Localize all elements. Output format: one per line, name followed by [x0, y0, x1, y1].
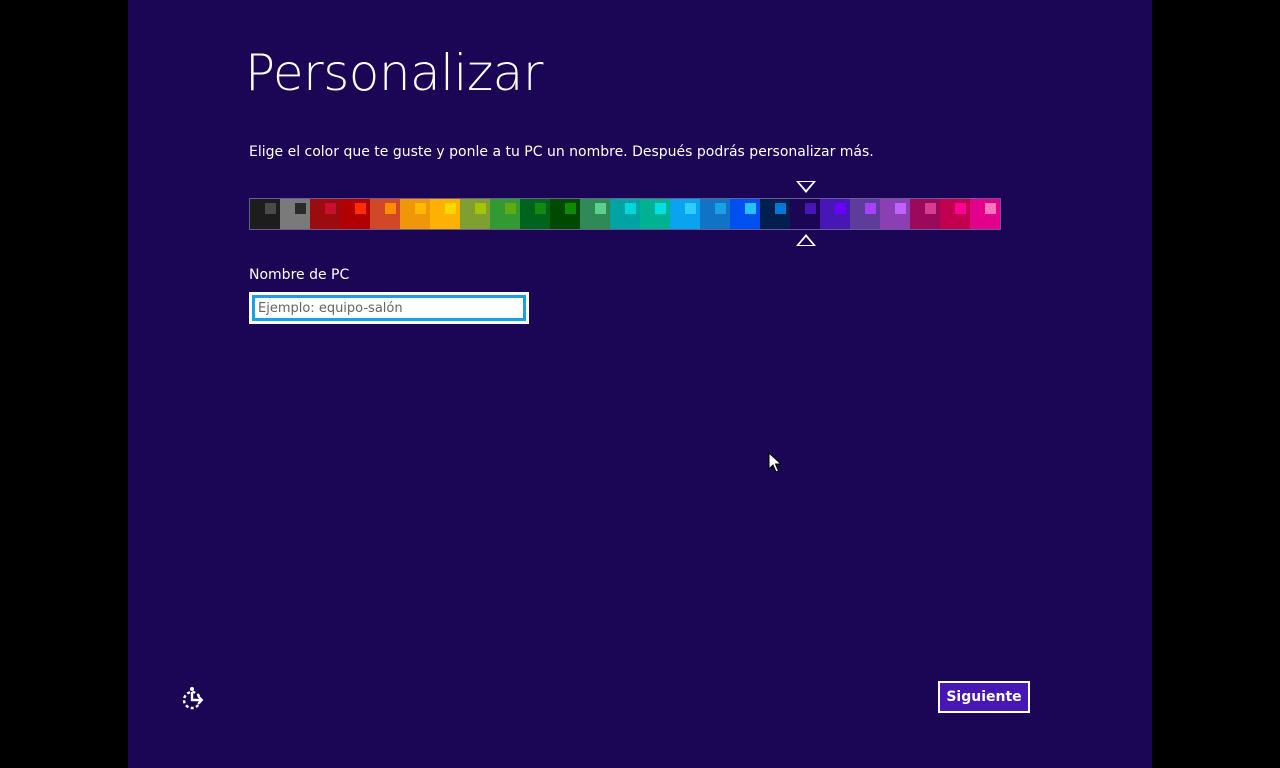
color-swatch[interactable]	[940, 199, 970, 229]
page-subtitle: Elige el color que te guste y ponle a tu…	[249, 144, 874, 160]
color-swatch[interactable]	[640, 199, 670, 229]
color-swatch-accent	[895, 203, 906, 214]
setup-screen: Personalizar Elige el color que te guste…	[128, 0, 1152, 768]
color-swatch-accent	[445, 203, 456, 214]
color-swatch-accent	[655, 203, 666, 214]
pc-name-field-frame	[249, 292, 529, 324]
color-swatch[interactable]	[820, 199, 850, 229]
color-swatch-accent	[625, 203, 636, 214]
color-picker[interactable]	[249, 198, 1001, 230]
color-swatch[interactable]	[370, 199, 400, 229]
color-swatch-accent	[745, 203, 756, 214]
color-swatch[interactable]	[460, 199, 490, 229]
color-swatch-accent	[835, 203, 846, 214]
color-swatch[interactable]	[700, 199, 730, 229]
color-swatch-accent	[955, 203, 966, 214]
color-swatch[interactable]	[670, 199, 700, 229]
color-swatch-accent	[595, 203, 606, 214]
color-swatch-accent	[505, 203, 516, 214]
color-swatch[interactable]	[520, 199, 550, 229]
color-swatch[interactable]	[340, 199, 370, 229]
selected-color-marker-top	[796, 181, 816, 193]
color-swatch-accent	[535, 203, 546, 214]
mouse-pointer-icon	[768, 452, 782, 473]
color-swatch[interactable]	[580, 199, 610, 229]
color-swatch[interactable]	[550, 199, 580, 229]
color-swatch[interactable]	[280, 199, 310, 229]
color-swatch[interactable]	[880, 199, 910, 229]
color-swatch-accent	[925, 203, 936, 214]
color-swatch[interactable]	[430, 199, 460, 229]
selected-color-marker-bottom	[796, 234, 816, 246]
color-swatch[interactable]	[910, 199, 940, 229]
color-swatch[interactable]	[310, 199, 340, 229]
color-swatch-accent	[985, 203, 996, 214]
color-swatch[interactable]	[400, 199, 430, 229]
color-swatch-accent	[565, 203, 576, 214]
color-swatch[interactable]	[850, 199, 880, 229]
pc-name-label: Nombre de PC	[249, 267, 350, 283]
color-swatch[interactable]	[490, 199, 520, 229]
color-swatch-accent	[775, 203, 786, 214]
color-swatch-accent	[475, 203, 486, 214]
color-swatch-accent	[805, 203, 816, 214]
color-swatch[interactable]	[610, 199, 640, 229]
color-swatch-accent	[715, 203, 726, 214]
color-swatch-accent	[325, 203, 336, 214]
color-swatch[interactable]	[250, 199, 280, 229]
color-swatch-accent	[265, 203, 276, 214]
color-swatch[interactable]	[760, 199, 790, 229]
color-swatch-accent	[295, 203, 306, 214]
color-swatch[interactable]	[970, 199, 1000, 229]
color-swatch-accent	[685, 203, 696, 214]
color-swatch[interactable]	[790, 199, 820, 229]
next-button[interactable]: Siguiente	[938, 681, 1030, 713]
ease-of-access-icon[interactable]	[180, 684, 208, 712]
color-swatch-accent	[355, 203, 366, 214]
color-swatch[interactable]	[730, 199, 760, 229]
color-swatch-accent	[865, 203, 876, 214]
color-swatch-accent	[385, 203, 396, 214]
page-title: Personalizar	[245, 44, 543, 102]
color-swatch-accent	[415, 203, 426, 214]
pc-name-input[interactable]	[252, 295, 526, 321]
